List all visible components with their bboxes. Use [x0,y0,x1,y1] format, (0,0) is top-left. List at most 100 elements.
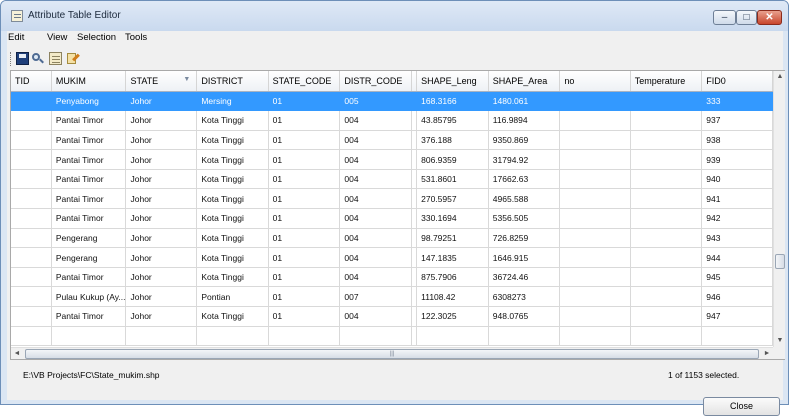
table-cell[interactable] [125,326,198,347]
table-cell[interactable]: 11108.42 [416,286,489,308]
column-header-shape-area[interactable]: SHAPE_Area [488,71,561,92]
scroll-left-icon[interactable]: ◄ [11,348,23,360]
table-row[interactable]: Pantai Timor Johor Kota Tinggi 01 004 531.860… [11,169,773,190]
minimize-button[interactable]: – [713,10,736,25]
table-cell[interactable]: 116.9894 [488,110,561,131]
table-row[interactable] [11,326,773,347]
table-cell[interactable]: 004 [339,228,413,249]
table-cell[interactable]: Johor [125,306,198,327]
table-row[interactable]: Pengerang Johor Kota Tinggi 01 004 98.79251 72… [11,228,773,249]
column-header-distr-code[interactable]: DISTR_CODE [339,71,413,92]
table-cell[interactable]: 01 [268,188,341,210]
scroll-up-icon[interactable]: ▲ [774,71,786,83]
close-button[interactable]: Close [703,397,780,416]
table-cell[interactable]: 01 [268,247,341,268]
table-row[interactable]: Pantai Timor Johor Kota Tinggi 01 004 43.8579… [11,110,773,131]
table-cell[interactable] [630,286,703,308]
table-cell[interactable]: 1480.061 [488,91,561,112]
table-cell[interactable]: 004 [339,149,413,170]
table-cell[interactable]: Kota Tinggi [196,110,269,131]
table-cell[interactable]: Pantai Timor [51,208,127,229]
table-cell[interactable]: 01 [268,306,341,327]
table-row[interactable]: Pengerang Johor Kota Tinggi 01 004 147.1835 16… [11,247,773,268]
table-cell[interactable]: 31794.92 [488,149,561,170]
table-cell[interactable]: Pantai Timor [51,306,127,327]
horizontal-scroll-thumb[interactable]: ||| [25,349,759,359]
table-cell[interactable]: 01 [268,267,341,288]
table-cell[interactable]: 948.0765 [488,306,561,327]
table-cell[interactable] [196,326,269,347]
table-cell[interactable]: 01 [268,149,341,170]
table-cell[interactable]: Kota Tinggi [196,247,269,268]
table-cell[interactable]: Kota Tinggi [196,208,269,229]
table-cell[interactable] [11,326,52,347]
toolbar-grip[interactable] [10,52,13,66]
table-cell[interactable]: Pantai Timor [51,110,127,131]
table-cell[interactable]: Mersing [196,91,269,112]
table-cell[interactable]: 005 [339,91,413,112]
table-cell[interactable] [630,188,703,210]
table-cell[interactable]: Johor [125,110,198,131]
table-cell[interactable] [630,326,703,347]
table-cell[interactable] [11,228,52,249]
table-cell[interactable] [701,326,773,347]
table-cell[interactable]: 17662.63 [488,169,561,190]
horizontal-scrollbar[interactable]: ◄ ||| ► [11,347,773,359]
table-cell[interactable]: 01 [268,286,341,308]
table-cell[interactable] [11,188,52,210]
table-cell[interactable] [559,228,631,249]
table-row[interactable]: Penyabong Johor Mersing 01 005 168.3166 1480.0… [11,91,773,112]
scroll-down-icon[interactable]: ▼ [774,335,786,347]
table-cell[interactable]: Kota Tinggi [196,169,269,190]
table-row[interactable]: Pantai Timor Johor Kota Tinggi 01 004 875.790… [11,267,773,288]
table-cell[interactable]: 01 [268,169,341,190]
find-icon[interactable] [31,52,44,65]
table-cell[interactable]: 875.7906 [416,267,489,288]
table-cell[interactable]: Pontian [196,286,269,308]
menu-selection[interactable]: Selection [77,32,116,43]
table-cell[interactable]: 376.188 [416,130,489,151]
table-cell[interactable]: Johor [125,247,198,268]
table-cell[interactable]: Johor [125,208,198,229]
table-cell[interactable] [559,188,631,210]
table-cell[interactable]: 941 [701,188,773,210]
column-header-fid0[interactable]: FID0 [701,71,773,92]
table-cell[interactable]: 147.1835 [416,247,489,268]
table-cell[interactable]: Pantai Timor [51,267,127,288]
table-row[interactable]: Pantai Timor Johor Kota Tinggi 01 004 806.935… [11,149,773,170]
table-cell[interactable]: Kota Tinggi [196,267,269,288]
table-cell[interactable] [268,326,341,347]
table-cell[interactable]: 007 [339,286,413,308]
table-cell[interactable]: 98.79251 [416,228,489,249]
column-header-shape-leng[interactable]: SHAPE_Leng [416,71,489,92]
table-cell[interactable]: 43.85795 [416,110,489,131]
table-cell[interactable] [416,326,489,347]
table-cell[interactable] [559,169,631,190]
table-cell[interactable] [11,149,52,170]
table-cell[interactable] [630,267,703,288]
table-cell[interactable]: 330.1694 [416,208,489,229]
table-cell[interactable]: 939 [701,149,773,170]
column-header-temperature[interactable]: Temperature [630,71,703,92]
table-cell[interactable]: Pantai Timor [51,149,127,170]
column-header-state-code[interactable]: STATE_CODE [268,71,341,92]
table-cell[interactable]: Johor [125,130,198,151]
table-cell[interactable] [11,91,52,112]
table-cell[interactable] [339,326,413,347]
table-cell[interactable] [488,326,561,347]
column-header-state[interactable]: STATE ▼ [125,71,198,92]
table-cell[interactable]: Johor [125,91,198,112]
table-cell[interactable]: 1646.915 [488,247,561,268]
table-cell[interactable]: 36724.46 [488,267,561,288]
maximize-button[interactable]: □ [736,10,757,25]
table-cell[interactable]: 943 [701,228,773,249]
table-cell[interactable]: 6308273 [488,286,561,308]
table-cell[interactable]: 947 [701,306,773,327]
table-cell[interactable]: 01 [268,110,341,131]
table-cell[interactable] [630,91,703,112]
table-cell[interactable] [11,130,52,151]
table-cell[interactable] [11,208,52,229]
table-cell[interactable]: 806.9359 [416,149,489,170]
table-cell[interactable] [559,247,631,268]
column-header-district[interactable]: DISTRICT [196,71,269,92]
